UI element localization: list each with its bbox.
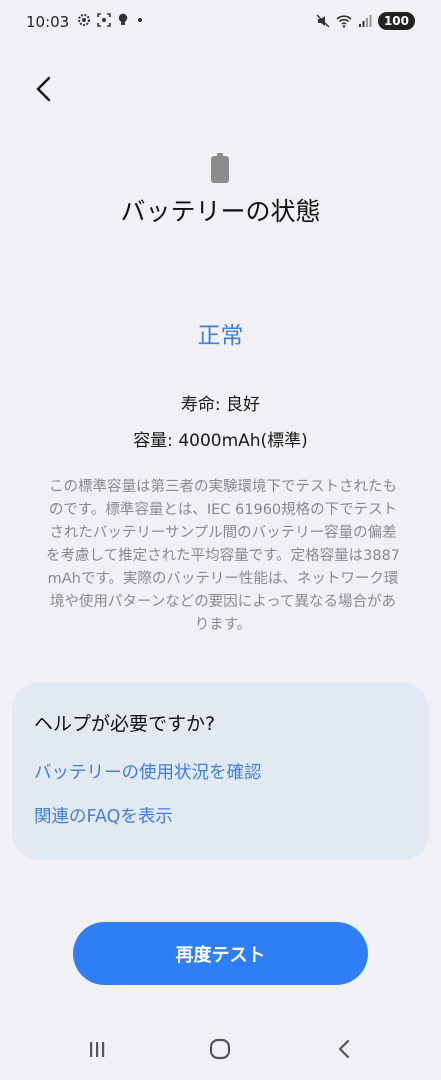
battery-usage-link[interactable]: バッテリーの使用状況を確認 <box>34 759 262 784</box>
mute-icon <box>316 14 330 28</box>
settings-icon <box>78 14 90 26</box>
home-icon[interactable] <box>205 1036 235 1062</box>
status-time: 10:03 <box>26 13 70 31</box>
status-notification-icons <box>77 13 145 27</box>
dot-icon <box>138 18 142 22</box>
faq-link[interactable]: 関連のFAQを表示 <box>34 803 173 828</box>
help-card: ヘルプが必要ですか? バッテリーの使用状況を確認 関連のFAQを表示 <box>12 683 429 860</box>
chevron-left-icon <box>36 76 51 102</box>
bulb-icon <box>118 13 128 25</box>
page-title: バッテリーの状態 <box>120 197 321 226</box>
retest-button[interactable]: 再度テスト <box>73 922 368 985</box>
status-bar: 10:03 100 <box>0 0 441 44</box>
battery-capacity-text: 容量: 4000mAh(標準) <box>133 431 308 451</box>
status-system-icons: 100 <box>316 12 415 30</box>
wifi-icon <box>336 15 352 28</box>
capacity-description: この標準容量は第三者の実験環境下でテストされたものです。標準容量とは、IEC 6… <box>46 479 401 633</box>
battery-life-text: 寿命: 良好 <box>180 395 261 415</box>
signal-icon <box>358 15 372 27</box>
back-icon[interactable] <box>330 1036 360 1062</box>
battery-level-badge: 100 <box>377 12 415 30</box>
battery-status-value: 正常 <box>197 323 244 349</box>
navigation-bar <box>0 1028 441 1070</box>
screenshot-icon <box>97 13 111 27</box>
help-title: ヘルプが必要ですか? <box>34 713 216 735</box>
battery-icon <box>211 153 229 183</box>
back-button[interactable] <box>28 72 62 106</box>
recent-apps-icon[interactable] <box>82 1036 112 1062</box>
